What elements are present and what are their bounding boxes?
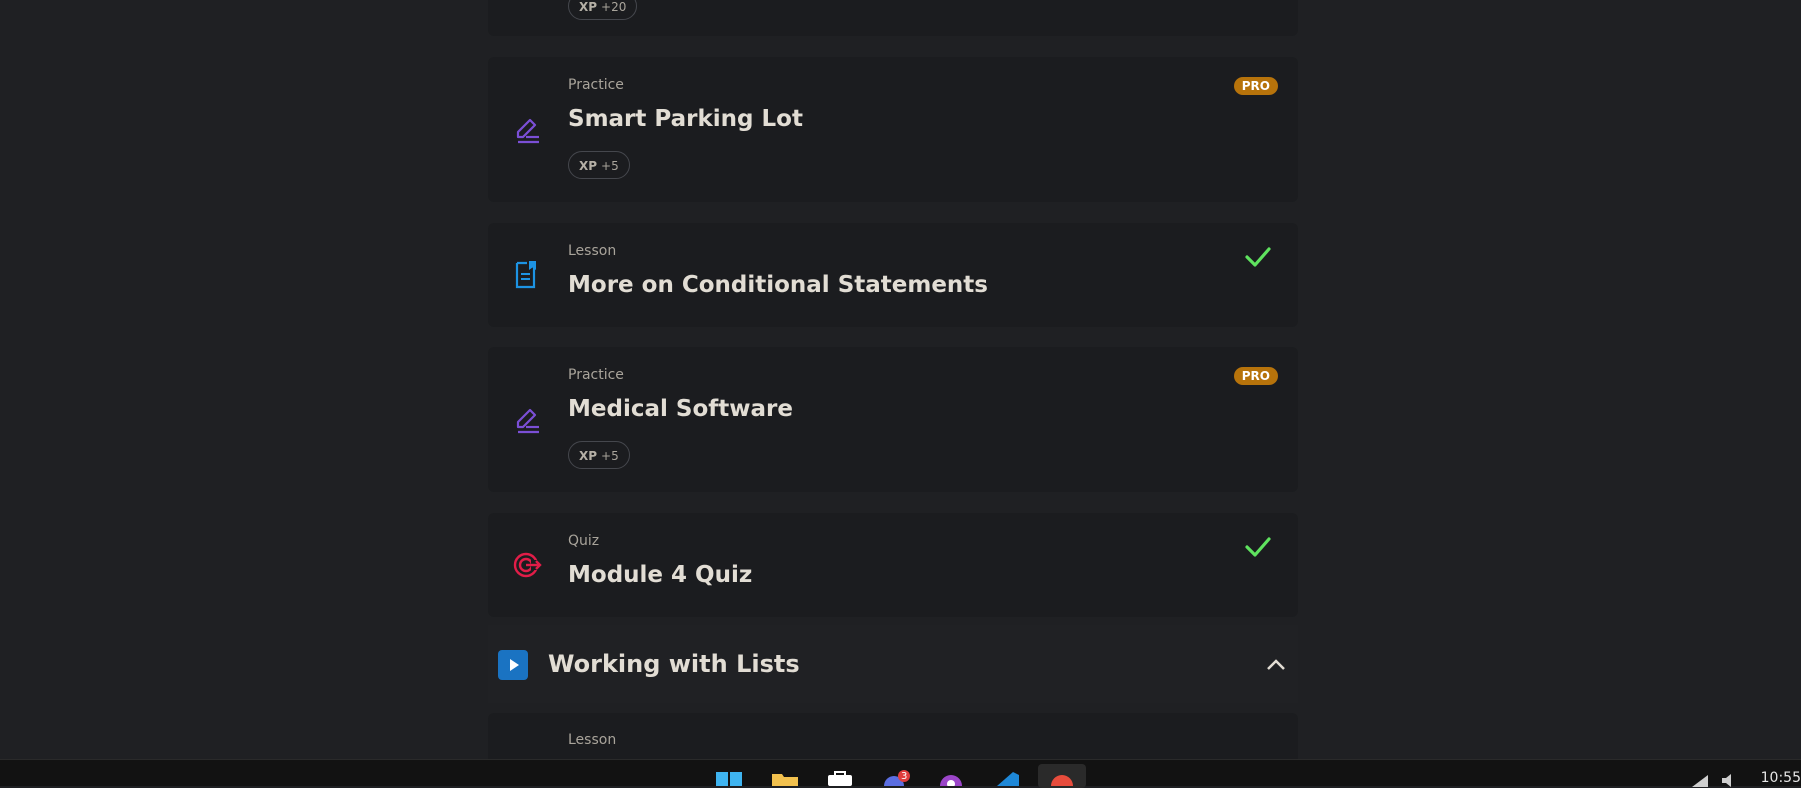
activity-title: Module 4 Quiz bbox=[568, 562, 753, 588]
check-icon bbox=[1245, 537, 1271, 557]
activity-title: Medical Software bbox=[568, 396, 793, 422]
lesson-bookmark-icon bbox=[515, 261, 536, 289]
lesson-card-partial[interactable]: XP +20 bbox=[488, 0, 1298, 36]
notification-badge: 3 bbox=[901, 771, 908, 782]
podcast-app-icon[interactable] bbox=[936, 770, 966, 786]
chevron-up-icon[interactable] bbox=[1264, 653, 1288, 677]
xp-pill: XP +20 bbox=[568, 0, 638, 20]
pro-badge: PRO bbox=[1233, 367, 1278, 385]
file-explorer-icon[interactable] bbox=[770, 770, 800, 786]
pencil-lines-icon bbox=[516, 408, 539, 434]
activity-type: Lesson bbox=[568, 732, 617, 748]
practice-card-smart-parking-lot[interactable]: Practice Smart Parking Lot XP +5 PRO bbox=[488, 57, 1298, 202]
taskbar: 3 10:55 bbox=[0, 759, 1801, 788]
activity-title: More on Conditional Statements bbox=[568, 272, 988, 298]
activity-title: Smart Parking Lot bbox=[568, 106, 803, 132]
quiz-card-module-4[interactable]: Quiz Module 4 Quiz bbox=[488, 513, 1298, 617]
system-clock[interactable]: 10:55 bbox=[1761, 770, 1801, 786]
check-icon bbox=[1245, 247, 1271, 267]
xp-pill: XP +5 bbox=[568, 441, 630, 469]
pro-badge: PRO bbox=[1233, 77, 1278, 95]
browser-app-icon[interactable] bbox=[1047, 770, 1077, 786]
activity-type: Practice bbox=[568, 77, 624, 93]
activity-type: Lesson bbox=[568, 243, 617, 259]
module-content: XP +20 Practice Smart Parking Lot XP +5 PR… bbox=[488, 0, 1298, 785]
network-icon[interactable] bbox=[1690, 772, 1710, 788]
target-icon bbox=[513, 552, 542, 578]
section-title: Working with Lists bbox=[548, 650, 800, 678]
practice-card-medical-software[interactable]: Practice Medical Software XP +5 PRO bbox=[488, 347, 1298, 492]
activity-type: Quiz bbox=[568, 533, 600, 549]
windows-start-icon[interactable] bbox=[715, 770, 745, 786]
play-icon bbox=[498, 650, 528, 680]
lesson-card-conditional-statements[interactable]: Lesson More on Conditional Statements bbox=[488, 223, 1298, 327]
activity-type: Practice bbox=[568, 367, 624, 383]
volume-icon[interactable] bbox=[1720, 772, 1740, 788]
section-header-working-with-lists[interactable]: Working with Lists bbox=[488, 625, 1298, 703]
xp-pill: XP +5 bbox=[568, 151, 630, 179]
store-icon[interactable] bbox=[825, 770, 855, 786]
pencil-lines-icon bbox=[516, 118, 539, 144]
lesson-card-partial[interactable]: Lesson bbox=[488, 713, 1298, 759]
vscode-icon[interactable] bbox=[991, 770, 1021, 786]
